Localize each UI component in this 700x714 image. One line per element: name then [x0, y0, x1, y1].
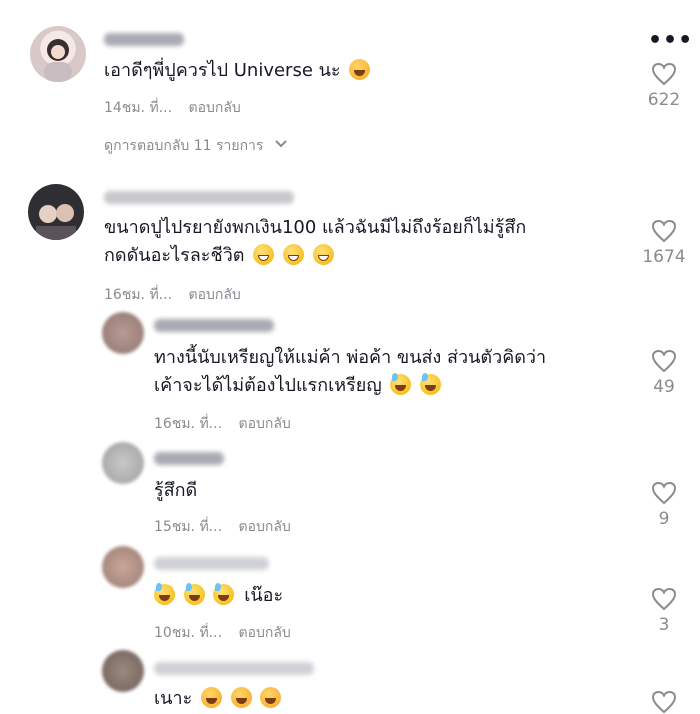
username-blurred: [154, 319, 274, 332]
like-count: 622: [647, 90, 681, 110]
grinning-sweat-emoji-icon: [390, 373, 412, 395]
avatar-image: [36, 204, 76, 240]
reply-text-body: เนาะ: [154, 688, 193, 709]
comment-meta: 16ชม. ที่... ตอบกลับ: [104, 284, 241, 306]
like-count: 1674: [642, 247, 686, 267]
avatar[interactable]: [102, 442, 144, 484]
reply-button[interactable]: ตอบกลับ: [188, 100, 240, 116]
reply-button[interactable]: ตอบกลับ: [238, 416, 290, 432]
reply-time: 10ชม. ที่...: [154, 625, 223, 641]
heart-outline-icon: [651, 349, 677, 373]
smiling-face-emoji-icon: [260, 687, 282, 708]
heart-outline-icon: [651, 219, 677, 243]
reply-button[interactable]: ตอบกลับ: [238, 519, 290, 535]
reply-meta: 10ชม. ที่... ตอบกลับ: [154, 622, 291, 644]
comment-text: ขนาดปูไปรยายังพกเงิน100 แล้วฉันมีไม่ถึงร…: [104, 214, 526, 241]
reply-text-line1: ทางนี้นับเหรียญให้แม่ค้า พ่อค้า ขนส่ง ส่…: [154, 347, 547, 368]
heart-outline-icon: [651, 481, 677, 505]
comment-meta: 14ชม. ที่... ตอบกลับ: [104, 97, 241, 119]
grinning-face-emoji-icon: [282, 244, 304, 265]
avatar[interactable]: [102, 312, 144, 354]
comment-text: กดดันอะไรละชีวิต: [104, 242, 334, 269]
heart-outline-icon: [651, 62, 677, 86]
smiling-face-emoji-icon: [200, 687, 222, 708]
more-options-icon[interactable]: •••: [648, 28, 693, 53]
reply-text: รู้สึกดี: [154, 477, 197, 504]
reply-time: 15ชม. ที่...: [154, 519, 223, 535]
username-blurred: [104, 33, 184, 46]
comment-text-line2: กดดันอะไรละชีวิต: [104, 245, 245, 266]
reply-button[interactable]: ตอบกลับ: [188, 287, 240, 303]
comment-text-line1: ขนาดปูไปรยายังพกเงิน100 แล้วฉันมีไม่ถึงร…: [104, 217, 527, 238]
like-count: 49: [653, 377, 675, 397]
reply-text-line2: เค้าจะได้ไม่ต้องไปแรกเหรียญ: [154, 375, 382, 396]
like-button[interactable]: 3: [634, 587, 694, 635]
comment-time: 16ชม. ที่...: [104, 287, 173, 303]
like-count: 3: [658, 615, 670, 635]
smiling-face-emoji-icon: [349, 59, 371, 80]
view-replies-button[interactable]: ดูการตอบกลับ 11 รายการ: [104, 135, 288, 157]
reply-text: ทางนี้นับเหรียญให้แม่ค้า พ่อค้า ขนส่ง ส่…: [154, 344, 546, 371]
reply-time: 16ชม. ที่...: [154, 416, 223, 432]
avatar[interactable]: [30, 26, 86, 82]
reply-meta: 16ชม. ที่... ตอบกลับ: [154, 413, 291, 435]
like-button[interactable]: 9: [634, 481, 694, 529]
reply-button[interactable]: ตอบกลับ: [238, 625, 290, 641]
heart-outline-icon: [651, 587, 677, 611]
avatar[interactable]: [102, 650, 144, 692]
grinning-sweat-emoji-icon: [183, 583, 205, 605]
like-button[interactable]: 1674: [634, 219, 694, 267]
username-blurred: [104, 191, 294, 204]
avatar[interactable]: [102, 546, 144, 588]
grinning-sweat-emoji-icon: [213, 583, 235, 605]
reply-meta: 15ชม. ที่... ตอบกลับ: [154, 516, 291, 538]
view-replies-label: ดูการตอบกลับ 11 รายการ: [104, 138, 264, 154]
reply-text: เค้าจะได้ไม่ต้องไปแรกเหรียญ: [154, 372, 442, 399]
grinning-face-emoji-icon: [253, 244, 275, 265]
reply-text-body: เน๊อะ: [244, 585, 284, 606]
like-button[interactable]: 622: [634, 62, 694, 110]
username-blurred: [154, 662, 314, 675]
grinning-sweat-emoji-icon: [420, 373, 442, 395]
username-blurred: [154, 557, 269, 570]
comment-text: เอาดีๆพี่ปูควรไป Universe นะ: [104, 57, 371, 84]
username-blurred: [154, 452, 224, 465]
avatar-image: [44, 39, 72, 82]
grinning-sweat-emoji-icon: [154, 583, 175, 605]
comment-time: 14ชม. ที่...: [104, 100, 173, 116]
avatar[interactable]: [28, 184, 84, 240]
reply-text: เน๊อะ: [154, 582, 283, 609]
comment-text-body: เอาดีๆพี่ปูควรไป Universe นะ: [104, 60, 341, 81]
heart-outline-icon: [651, 690, 677, 714]
reply-text-body: รู้สึกดี: [154, 480, 198, 501]
like-button[interactable]: [634, 690, 694, 714]
like-button[interactable]: 49: [634, 349, 694, 397]
smiling-face-emoji-icon: [230, 687, 252, 708]
chevron-down-icon: [275, 140, 287, 148]
like-count: 9: [658, 509, 670, 529]
grinning-face-emoji-icon: [312, 244, 334, 265]
